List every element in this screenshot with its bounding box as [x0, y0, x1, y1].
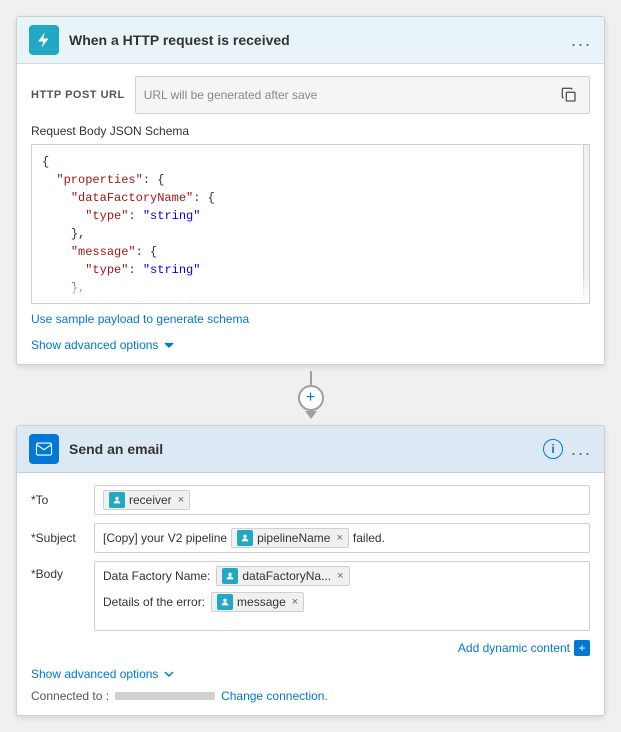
body-field-row: *Body Data Factory Name: dataFactoryNa. [31, 561, 590, 631]
email-trigger-icon [29, 434, 59, 464]
person-icon-2 [240, 533, 250, 543]
add-dynamic-label: Add dynamic content [458, 641, 570, 655]
copy-url-icon[interactable] [557, 83, 581, 107]
email-header-icons: i ... [543, 439, 592, 460]
http-trigger-card: When a HTTP request is received ... HTTP… [16, 16, 605, 365]
subject-input[interactable]: [Copy] your V2 pipeline pipelineName × f… [94, 523, 590, 553]
person-icon [112, 495, 122, 505]
connector-line-top [310, 371, 312, 385]
subject-prefix-text: [Copy] your V2 pipeline [103, 531, 227, 545]
chevron-down-icon-2 [162, 667, 176, 681]
chevron-down-icon [162, 338, 176, 352]
http-card-header: When a HTTP request is received ... [17, 17, 604, 64]
datafactory-tag-icon [222, 568, 238, 584]
step-connector: + [16, 365, 605, 425]
add-dynamic-content-button[interactable]: Add dynamic content + [458, 640, 590, 656]
add-dynamic-row: Add dynamic content + [31, 639, 590, 657]
http-card-menu[interactable]: ... [571, 30, 592, 51]
sample-payload-link[interactable]: Use sample payload to generate schema [31, 312, 249, 326]
connection-name-placeholder [115, 692, 215, 700]
body-line1-prefix: Data Factory Name: [103, 569, 210, 583]
url-placeholder-text: URL will be generated after save [144, 88, 318, 102]
connected-to-label: Connected to : [31, 689, 109, 703]
email-card-header: Send an email i ... [17, 426, 604, 473]
datafactory-tag: dataFactoryNa... × [216, 566, 349, 586]
http-post-url-input[interactable]: URL will be generated after save [135, 76, 590, 114]
http-post-url-row: HTTP POST URL URL will be generated afte… [31, 76, 590, 114]
to-input[interactable]: receiver × [94, 485, 590, 515]
lightning-icon [35, 31, 53, 49]
show-advanced-http-label: Show advanced options [31, 338, 158, 352]
email-card-menu[interactable]: ... [571, 439, 592, 460]
schema-label: Request Body JSON Schema [31, 124, 590, 138]
message-tag-close[interactable]: × [292, 596, 298, 608]
add-step-button[interactable]: + [298, 385, 324, 411]
json-schema-editor[interactable]: { "properties": { "dataFactoryName": { "… [31, 144, 590, 304]
http-card-body: HTTP POST URL URL will be generated afte… [17, 64, 604, 364]
connector-arrow [305, 411, 317, 419]
copy-svg [561, 87, 577, 103]
receiver-tag-icon [109, 492, 125, 508]
message-tag-icon [217, 594, 233, 610]
body-line-2: Details of the error: message × [103, 592, 581, 612]
to-field-row: *To receiver × [31, 485, 590, 515]
http-trigger-icon [29, 25, 59, 55]
scrollbar[interactable] [583, 145, 589, 303]
http-show-advanced[interactable]: Show advanced options [31, 338, 590, 352]
body-input[interactable]: Data Factory Name: dataFactoryNa... × [94, 561, 590, 631]
email-show-advanced[interactable]: Show advanced options [31, 667, 590, 681]
datafactory-tag-close[interactable]: × [337, 570, 343, 582]
body-line-1: Data Factory Name: dataFactoryNa... × [103, 566, 581, 586]
send-email-card: Send an email i ... *To [16, 425, 605, 716]
subject-suffix-text: failed. [353, 531, 385, 545]
email-card-title: Send an email [69, 441, 533, 457]
http-card-title: When a HTTP request is received [69, 32, 561, 48]
subject-label: *Subject [31, 531, 86, 545]
datafactory-tag-text: dataFactoryNa... [242, 569, 331, 583]
http-post-url-label: HTTP POST URL [31, 89, 125, 101]
pipeline-name-tag-close[interactable]: × [336, 532, 342, 544]
show-advanced-email-label: Show advanced options [31, 667, 158, 681]
receiver-tag-text: receiver [129, 493, 172, 507]
change-connection-link[interactable]: Change connection. [221, 689, 328, 703]
pipeline-name-tag: pipelineName × [231, 528, 349, 548]
message-tag-text: message [237, 595, 286, 609]
pipeline-name-tag-icon [237, 530, 253, 546]
info-icon[interactable]: i [543, 439, 563, 459]
connected-to-row: Connected to : Change connection. [31, 689, 590, 703]
email-svg-icon [35, 440, 53, 458]
person-icon-3 [225, 571, 235, 581]
message-tag: message × [211, 592, 304, 612]
body-label: *Body [31, 567, 86, 581]
receiver-tag: receiver × [103, 490, 190, 510]
to-label: *To [31, 493, 86, 507]
receiver-tag-close[interactable]: × [178, 494, 184, 506]
subject-field-row: *Subject [Copy] your V2 pipeline pipelin… [31, 523, 590, 553]
email-card-body: *To receiver × * [17, 473, 604, 715]
person-icon-4 [220, 597, 230, 607]
body-line2-prefix: Details of the error: [103, 595, 205, 609]
pipeline-name-tag-text: pipelineName [257, 531, 330, 545]
add-dynamic-plus-icon: + [574, 640, 590, 656]
